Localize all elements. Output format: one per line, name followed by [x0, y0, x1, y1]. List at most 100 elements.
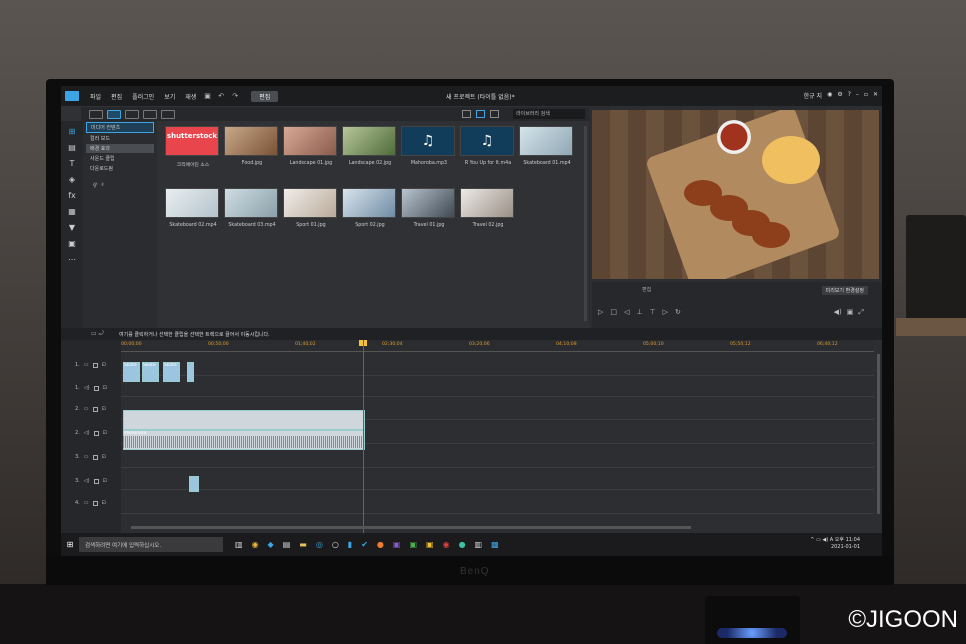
- video-clip[interactable]: Skate: [142, 362, 159, 382]
- tray-icons[interactable]: ^ ▭ ◀): [810, 537, 828, 543]
- folder-downloaded[interactable]: 다운로드됨: [86, 164, 154, 173]
- media-item[interactable]: Sport 02.jpg: [342, 188, 398, 228]
- menu-file[interactable]: 파일: [85, 92, 106, 101]
- folder-media-content[interactable]: 미디어 컨텐츠: [86, 122, 154, 133]
- grid-view-button[interactable]: [490, 110, 499, 118]
- video-filter-tab[interactable]: [125, 109, 139, 119]
- lock-icon[interactable]: ⊡: [102, 454, 106, 460]
- teal-app-icon[interactable]: ●: [459, 540, 466, 549]
- green-app-icon[interactable]: ▣: [409, 540, 417, 549]
- media-item[interactable]: Skateboard 01.mp4: [519, 126, 575, 166]
- mask-room-icon[interactable]: ▼: [69, 223, 75, 232]
- redo-icon[interactable]: ↷: [232, 92, 240, 100]
- red-app-icon[interactable]: ◉: [443, 540, 450, 549]
- video-clip[interactable]: Skate: [163, 362, 180, 382]
- transition-room-icon[interactable]: ▤: [68, 143, 76, 152]
- start-icon[interactable]: ⊞: [61, 540, 79, 549]
- timeline-track[interactable]: [121, 377, 874, 397]
- track-header[interactable]: 3. ▭ ⊡: [75, 454, 106, 460]
- track-header[interactable]: 2. ▭ ⊡: [75, 406, 106, 412]
- lock-icon[interactable]: ⊡: [103, 478, 107, 484]
- folder-color-board[interactable]: 컬러 보드: [86, 134, 154, 143]
- media-item[interactable]: Landscape 01.jpg: [283, 126, 339, 166]
- subtitle-room-icon[interactable]: ▣: [68, 239, 76, 248]
- thumb-view-button[interactable]: [476, 110, 485, 118]
- stop-icon[interactable]: □: [610, 308, 617, 316]
- media-item[interactable]: Sport 01.jpg: [283, 188, 339, 228]
- taskbar-search-input[interactable]: 검색하려면 여기에 입력하십시오.: [79, 537, 223, 552]
- preview-settings-button[interactable]: 미리보기 환경설정: [821, 286, 868, 295]
- help-icon[interactable]: ?: [848, 91, 851, 100]
- check-app-icon[interactable]: ✔: [361, 540, 368, 549]
- lock-icon[interactable]: ⊡: [103, 385, 107, 391]
- image-filter-tab[interactable]: [143, 109, 157, 119]
- title-room-icon[interactable]: T: [70, 159, 75, 168]
- snapshot-icon[interactable]: ▣: [847, 308, 854, 317]
- menu-view[interactable]: 보기: [159, 92, 180, 101]
- media-item[interactable]: Skateboard 03.mp4: [224, 188, 280, 228]
- next-frame-icon[interactable]: ▷: [663, 308, 668, 316]
- prev-frame-icon[interactable]: ◁: [624, 308, 629, 316]
- media-item[interactable]: Travel 01.jpg: [401, 188, 457, 228]
- menu-playback[interactable]: 재생: [180, 92, 201, 101]
- track-header[interactable]: 1. ◁) ⊡: [75, 385, 107, 391]
- media-tab[interactable]: [107, 109, 121, 119]
- file-icon[interactable]: ▤: [283, 540, 291, 549]
- fullscreen-icon[interactable]: ⤢: [858, 308, 864, 317]
- ime-indicator[interactable]: A: [830, 537, 833, 543]
- twitter-icon[interactable]: ◆: [268, 540, 274, 549]
- library-scrollbar[interactable]: [584, 126, 587, 321]
- pip-room-icon[interactable]: ▦: [68, 207, 76, 216]
- app-icon[interactable]: ▮: [348, 540, 352, 549]
- media-item[interactable]: Food.jpg: [224, 126, 280, 166]
- user-name[interactable]: 한규 지: [804, 91, 822, 100]
- media-item[interactable]: ♫ R You Up for It.m4a: [460, 126, 516, 166]
- timeline-tools[interactable]: ▭ ⤾: [61, 330, 119, 338]
- audio-filter-tab[interactable]: [161, 109, 175, 119]
- timeline-track[interactable]: [121, 492, 874, 514]
- timeline-track[interactable]: [121, 354, 874, 376]
- import-tab[interactable]: [89, 109, 103, 119]
- menu-edit[interactable]: 편집: [106, 92, 127, 101]
- playhead[interactable]: [363, 340, 364, 533]
- yellow-app-icon[interactable]: ▣: [426, 540, 434, 549]
- mark-out-icon[interactable]: ⊤: [650, 308, 656, 316]
- track-enable-checkbox[interactable]: [92, 362, 98, 368]
- explorer-icon[interactable]: ▬: [299, 540, 307, 549]
- menu-plugin[interactable]: 플러그인: [127, 92, 159, 101]
- minimize-icon[interactable]: –: [856, 91, 859, 100]
- track-enable-checkbox[interactable]: [92, 500, 98, 506]
- track-enable-checkbox[interactable]: [93, 430, 99, 436]
- media-item[interactable]: ♫ Mahoroba.mp3: [401, 126, 457, 166]
- volume-icon[interactable]: ◀): [834, 308, 842, 317]
- mark-in-icon[interactable]: ⊥: [636, 308, 642, 316]
- add-folder-icon[interactable]: 𝓆: [93, 179, 98, 189]
- gray-app-icon[interactable]: ▥: [475, 540, 483, 549]
- tab-edit[interactable]: 편집: [251, 90, 279, 102]
- lock-icon[interactable]: ⊡: [102, 362, 106, 368]
- lock-icon[interactable]: ⊡: [102, 500, 106, 506]
- orange-app-icon[interactable]: ●: [377, 540, 384, 549]
- preview-mode-select[interactable]: 편집: [642, 286, 651, 293]
- video-clip[interactable]: Skate: [123, 362, 140, 382]
- media-room-icon[interactable]: ⊞: [69, 127, 76, 136]
- chrome-icon[interactable]: ◉: [252, 540, 259, 549]
- track-enable-checkbox[interactable]: [92, 454, 98, 460]
- track-enable-checkbox[interactable]: [92, 406, 98, 412]
- library-search-input[interactable]: 라이브러리 검색: [513, 109, 585, 119]
- timeline-hscrollbar[interactable]: [131, 526, 691, 529]
- image-clip[interactable]: [189, 476, 199, 492]
- track-enable-checkbox[interactable]: [93, 478, 99, 484]
- media-item[interactable]: shutterstock 크리에이틴 소스: [165, 126, 221, 168]
- audio-clip-background[interactable]: [123, 410, 365, 430]
- powerdirector-icon[interactable]: ▩: [491, 540, 499, 549]
- track-header[interactable]: 4. ▭ ⊡: [75, 500, 106, 506]
- task-view-icon[interactable]: ▥: [235, 540, 243, 549]
- timeline-ruler[interactable]: 00;00;00 00;50;00 01;40;02 02;30;04 03;20;06…: [121, 340, 874, 352]
- search-app-icon[interactable]: ○: [332, 540, 339, 549]
- track-header[interactable]: 3. ◁) ⊡: [75, 478, 107, 484]
- maximize-icon[interactable]: ▫: [864, 91, 868, 100]
- folder-background[interactable]: 배경 효과: [86, 144, 154, 153]
- track-header[interactable]: 1. ▭ ⊡: [75, 362, 106, 368]
- particle-room-icon[interactable]: ◈: [69, 175, 75, 184]
